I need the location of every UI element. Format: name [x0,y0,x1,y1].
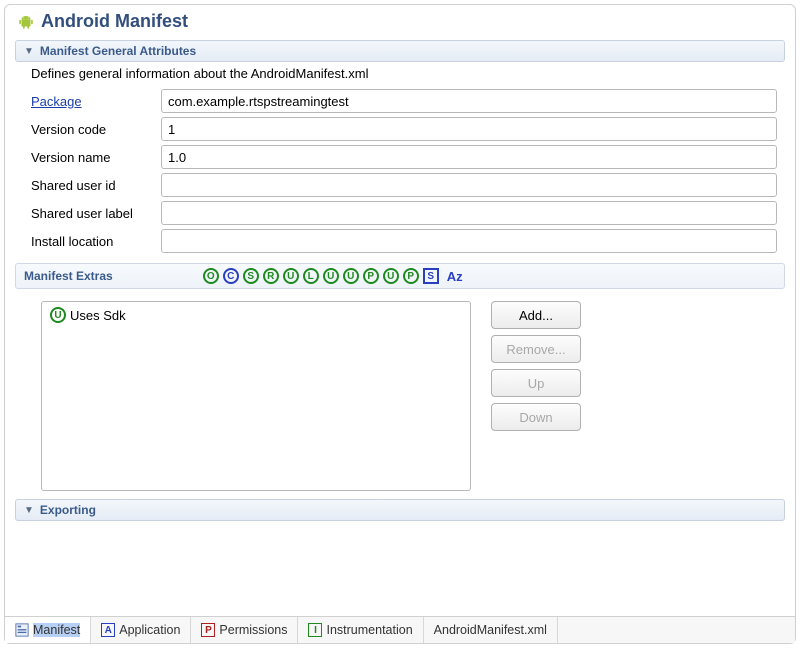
extras-type-icon[interactable]: U [283,268,299,284]
application-icon: A [101,623,115,637]
extras-type-icon[interactable]: C [223,268,239,284]
list-item[interactable]: U Uses Sdk [48,306,464,324]
editor-title-row: Android Manifest [5,5,795,36]
extras-type-icon[interactable]: P [363,268,379,284]
twisty-icon: ▼ [24,505,34,516]
manifest-editor: Android Manifest ▼ Manifest General Attr… [4,4,796,644]
section-header-exporting[interactable]: ▼ Exporting [15,499,785,521]
input-install-location[interactable] [161,229,777,253]
section-header-general[interactable]: ▼ Manifest General Attributes [15,40,785,62]
extras-type-icon[interactable]: P [403,268,419,284]
extras-buttons: Add... Remove... Up Down [491,301,581,491]
extras-type-icon[interactable]: O [203,268,219,284]
extras-type-icon[interactable]: L [303,268,319,284]
field-row-version-name: Version name [31,145,777,169]
tab-xml[interactable]: AndroidManifest.xml [424,617,558,643]
general-description: Defines general information about the An… [31,66,777,81]
field-row-install-location: Install location [31,229,777,253]
editor-tabs: Manifest A Application P Permissions I Instrum… [5,616,795,643]
tab-label: AndroidManifest.xml [434,623,547,637]
label-version-code: Version code [31,122,161,137]
extras-type-icon[interactable]: U [323,268,339,284]
field-row-version-code: Version code [31,117,777,141]
down-button[interactable]: Down [491,403,581,431]
label-shared-user-id: Shared user id [31,178,161,193]
tab-instrumentation[interactable]: I Instrumentation [298,617,423,643]
permissions-icon: P [201,623,215,637]
field-row-package: Package [31,89,777,113]
section-header-extras: Manifest Extras OCSRULUUPUPSAz [15,263,785,289]
add-button[interactable]: Add... [491,301,581,329]
label-package[interactable]: Package [31,94,161,109]
up-button[interactable]: Up [491,369,581,397]
instrumentation-icon: I [308,623,322,637]
form-icon [15,623,29,637]
input-version-name[interactable] [161,145,777,169]
extras-type-icon[interactable]: S [243,268,259,284]
section-title-extras: Manifest Extras [24,269,113,283]
label-shared-user-label: Shared user label [31,206,161,221]
tab-label: Permissions [219,623,287,637]
extras-type-icon[interactable]: R [263,268,279,284]
remove-button[interactable]: Remove... [491,335,581,363]
field-row-shared-user-label: Shared user label [31,201,777,225]
twisty-icon: ▼ [24,46,34,57]
field-row-shared-user-id: Shared user id [31,173,777,197]
tab-label: Application [119,623,180,637]
tab-label: Instrumentation [326,623,412,637]
input-shared-user-id[interactable] [161,173,777,197]
extras-toolbar: OCSRULUUPUPSAz [203,268,463,284]
input-version-code[interactable] [161,117,777,141]
tab-application[interactable]: A Application [91,617,191,643]
section-title-exporting: Exporting [40,503,96,517]
label-install-location: Install location [31,234,161,249]
list-item-label: Uses Sdk [70,308,126,323]
android-icon [17,13,35,31]
input-shared-user-label[interactable] [161,201,777,225]
extras-type-icon[interactable]: U [383,268,399,284]
extras-type-icon[interactable]: S [423,268,439,284]
extras-type-icon[interactable]: U [343,268,359,284]
tab-label: Manifest [33,623,80,637]
uses-sdk-icon: U [50,307,66,323]
section-body-general: Defines general information about the An… [31,66,777,253]
tab-manifest[interactable]: Manifest [5,617,91,643]
label-version-name: Version name [31,150,161,165]
input-package[interactable] [161,89,777,113]
section-body-extras: U Uses Sdk Add... Remove... Up Down [41,301,777,491]
tab-permissions[interactable]: P Permissions [191,617,298,643]
section-title-general: Manifest General Attributes [40,44,196,58]
sort-az-icon[interactable]: Az [447,269,463,284]
editor-title: Android Manifest [41,11,188,32]
extras-list[interactable]: U Uses Sdk [41,301,471,491]
